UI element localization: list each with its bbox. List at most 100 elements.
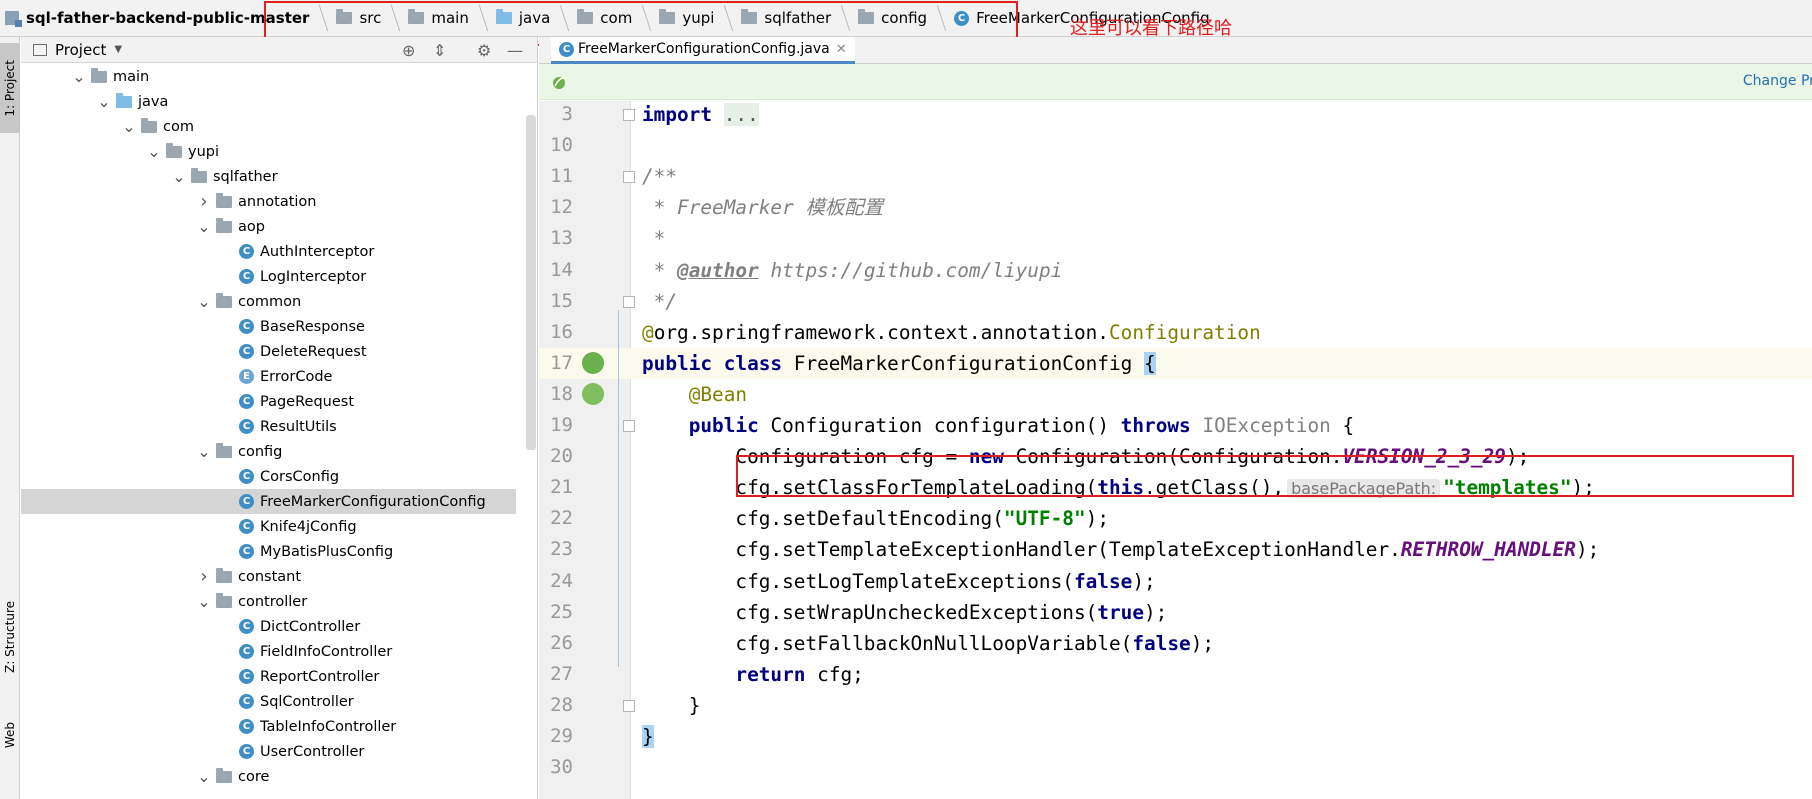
change-profile-link[interactable]: Change Profi	[1743, 73, 1812, 89]
code-line[interactable]: 27 return cfg;	[539, 659, 1812, 690]
chevron-down-icon[interactable]: ▼	[114, 44, 122, 55]
code-line[interactable]: 29}	[539, 721, 1812, 752]
minimize-icon[interactable]: —	[507, 41, 523, 60]
code-area[interactable]: 3 import ... 10 11/** 12 * FreeMarker 模板配置 13…	[539, 101, 1812, 799]
code-line[interactable]: 18 @Bean	[539, 379, 1812, 410]
code-line[interactable]: 30	[539, 752, 1812, 783]
fold-toggle-icon[interactable]	[623, 699, 635, 712]
chevron-down-icon[interactable]: ⌄	[146, 143, 162, 159]
tree-item[interactable]: ⌄ java	[21, 89, 516, 114]
spring-bean-class-icon[interactable]	[582, 351, 604, 374]
tree-item[interactable]: C Knife4jConfig	[21, 514, 516, 539]
tree-item[interactable]: ⌄ config	[21, 439, 516, 464]
collapse-all-icon[interactable]: ⇕	[433, 41, 446, 60]
code-line[interactable]: 14 * @author https://github.com/liyupi	[539, 255, 1812, 286]
tree-item[interactable]: C DictController	[21, 614, 516, 639]
tree-item[interactable]: › constant	[21, 564, 516, 589]
tree-item[interactable]: C FreeMarkerConfigurationConfig	[21, 489, 516, 514]
tree-item[interactable]: C LogInterceptor	[21, 264, 516, 289]
tree-item[interactable]: C ResultUtils	[21, 414, 516, 439]
tree-item[interactable]: C UserController	[21, 739, 516, 764]
tree-item[interactable]: ⌄ com	[21, 114, 516, 139]
code-token: "UTF-8"	[1003, 507, 1086, 531]
tree-item-label: UserController	[260, 743, 365, 760]
tree-item[interactable]: ⌄ aop	[21, 214, 516, 239]
code-line[interactable]: 12 * FreeMarker 模板配置	[539, 192, 1812, 223]
tree-item[interactable]: C AuthInterceptor	[21, 239, 516, 264]
tree-item[interactable]: C CorsConfig	[21, 464, 516, 489]
code-text: }	[642, 721, 654, 752]
line-number: 26	[550, 631, 573, 654]
code-line[interactable]: 25 cfg.setWrapUncheckedExceptions(true);	[539, 597, 1812, 628]
chevron-right-icon[interactable]: ›	[196, 192, 212, 210]
code-line[interactable]: 3 import ...	[539, 99, 1812, 130]
tree-item[interactable]: C ReportController	[21, 664, 516, 689]
tree-item-label: annotation	[238, 193, 317, 210]
project-scrollbar[interactable]	[526, 115, 536, 450]
tree-item[interactable]: ⌄ yupi	[21, 139, 516, 164]
tree-item-label: config	[238, 443, 283, 460]
fold-toggle-icon[interactable]	[623, 171, 635, 184]
line-number: 25	[550, 600, 573, 623]
chevron-down-icon[interactable]: ⌄	[196, 593, 212, 609]
code-line[interactable]: 13 *	[539, 223, 1812, 254]
tool-tab-project[interactable]: 1: Project	[0, 43, 20, 133]
project-icon	[5, 11, 22, 27]
code-token: FreeMarkerConfigurationConfig	[793, 351, 1144, 375]
code-line[interactable]: 10	[539, 130, 1812, 161]
tree-item[interactable]: E ErrorCode	[21, 364, 516, 389]
code-line[interactable]: 23 cfg.setTemplateExceptionHandler(Templ…	[539, 534, 1812, 565]
chevron-right-icon[interactable]: ›	[196, 567, 212, 585]
line-number: 19	[550, 414, 573, 436]
code-line[interactable]: 19 public Configuration configuration() …	[539, 410, 1812, 441]
chevron-down-icon[interactable]: ⌄	[196, 293, 212, 309]
code-token: );	[1085, 507, 1109, 531]
fold-toggle-icon[interactable]	[623, 295, 635, 308]
tool-tab-web[interactable]: Web	[0, 705, 20, 765]
editor-tab-file[interactable]: C FreeMarkerConfigurationConfig.java ✕	[551, 37, 855, 64]
chevron-down-icon[interactable]: ⌄	[196, 218, 212, 234]
chevron-down-icon[interactable]: ⌄	[71, 68, 87, 84]
code-line[interactable]: 22 cfg.setDefaultEncoding("UTF-8");	[539, 503, 1812, 534]
code-line[interactable]: 28 }	[539, 690, 1812, 721]
locate-icon[interactable]: ⊕	[402, 41, 415, 60]
tree-item[interactable]: ⌄ common	[21, 289, 516, 314]
tree-item[interactable]: › annotation	[21, 189, 516, 214]
fold-toggle-icon[interactable]	[623, 109, 635, 121]
package-icon	[216, 567, 232, 583]
code-token: public	[688, 414, 771, 437]
tree-item-label: LogInterceptor	[260, 268, 367, 285]
tree-item[interactable]: ⌄ controller	[21, 589, 516, 614]
tool-tab-structure[interactable]: Z: Structure	[0, 592, 20, 682]
tree-item-label: DeleteRequest	[260, 343, 367, 360]
gear-icon[interactable]: ⚙	[477, 41, 491, 60]
spring-bean-method-icon[interactable]	[582, 382, 604, 405]
chevron-down-icon[interactable]: ⌄	[196, 443, 212, 459]
tree-item[interactable]: C FieldInfoController	[21, 639, 516, 664]
code-line[interactable]: 24 cfg.setLogTemplateExceptions(false);	[539, 566, 1812, 597]
tree-item[interactable]: C MyBatisPlusConfig	[21, 539, 516, 564]
tree-item[interactable]: ⌄ core	[21, 764, 516, 789]
tree-item[interactable]: ⌄ sqlfather	[21, 164, 516, 189]
tree-item[interactable]: C DeleteRequest	[21, 339, 516, 364]
code-line[interactable]: 17 public class FreeMarkerConfigurationCo…	[539, 347, 1812, 379]
tree-item[interactable]: C PageRequest	[21, 389, 516, 414]
code-line[interactable]: 16 @org.springframework.context.annotatio…	[539, 317, 1812, 348]
code-line[interactable]: 15 */	[539, 286, 1812, 317]
tree-item[interactable]: C BaseResponse	[21, 314, 516, 339]
fold-toggle-icon[interactable]	[623, 420, 635, 432]
chevron-down-icon[interactable]: ⌄	[121, 118, 137, 134]
chevron-down-icon[interactable]: ⌄	[96, 93, 112, 109]
package-icon	[216, 442, 232, 458]
tree-item[interactable]: ⌄ main	[21, 64, 516, 89]
tree-item[interactable]: C TableInfoController	[21, 714, 516, 739]
class-icon: C	[239, 419, 254, 434]
tree-item[interactable]: C SqlController	[21, 689, 516, 714]
code-line[interactable]: 26 cfg.setFallbackOnNullLoopVariable(fal…	[539, 628, 1812, 659]
code-line[interactable]: 11 /**	[539, 161, 1812, 192]
code-token: {	[1330, 414, 1355, 437]
chevron-down-icon[interactable]: ⌄	[196, 768, 212, 784]
chevron-down-icon[interactable]: ⌄	[171, 168, 187, 184]
close-icon[interactable]: ✕	[836, 42, 847, 57]
code-token: true	[1097, 600, 1144, 624]
